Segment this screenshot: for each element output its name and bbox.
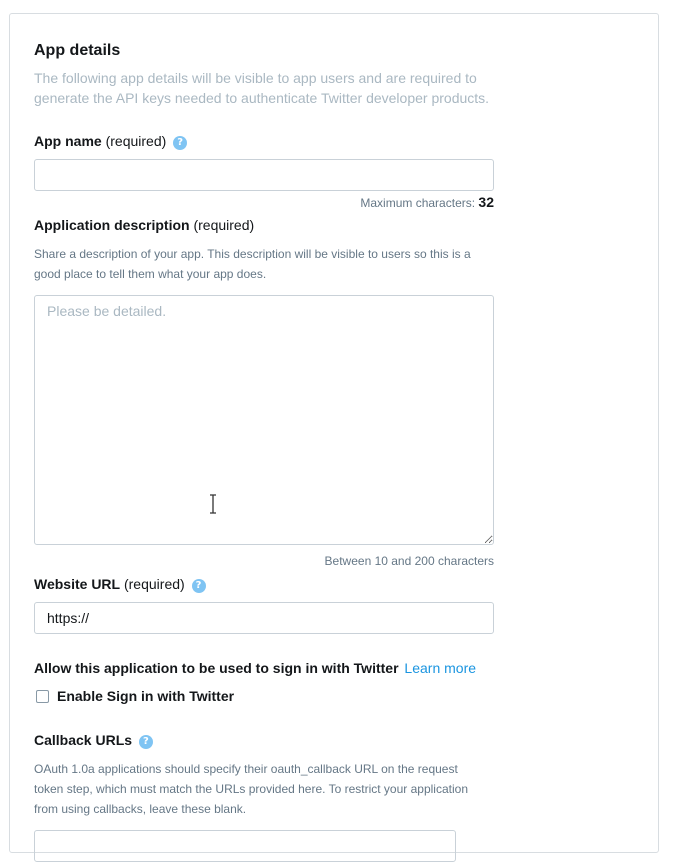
sign-in-label: Allow this application to be used to sig…	[34, 660, 399, 676]
callback-urls-help: OAuth 1.0a applications should specify t…	[34, 762, 468, 816]
website-url-required: (required)	[123, 576, 185, 592]
sign-in-label-row: Allow this application to be used to sig…	[34, 660, 476, 676]
app-description-label: Application description	[34, 217, 190, 233]
callback-urls-label-row: Callback URLs ?	[34, 732, 153, 749]
app-name-input[interactable]	[34, 159, 494, 191]
app-details-panel: App details The following app details wi…	[9, 13, 659, 862]
section-intro: The following app details will be visibl…	[34, 70, 490, 106]
app-name-label-row: App name (required) ?	[34, 133, 188, 150]
app-description-required: (required)	[193, 217, 255, 233]
app-description-textarea[interactable]	[34, 295, 494, 545]
website-url-label: Website URL	[34, 576, 121, 592]
website-url-label-row: Website URL (required) ?	[34, 576, 206, 593]
enable-sign-in-text: Enable Sign in with Twitter	[57, 688, 235, 704]
question-circle-icon[interactable]: ?	[138, 735, 153, 749]
enable-sign-in-label[interactable]: Enable Sign in with Twitter	[57, 688, 234, 704]
section-title: App details	[34, 42, 121, 59]
app-description-length-hint: Between 10 and 200 characters	[324, 554, 494, 568]
app-description-help: Share a description of your app. This de…	[34, 247, 471, 281]
website-url-input[interactable]	[34, 602, 494, 634]
app-name-label: App name	[34, 133, 102, 149]
app-name-max-chars: Maximum characters: 32	[34, 194, 494, 210]
app-description-label-row: Application description (required)	[34, 217, 254, 233]
callback-urls-label: Callback URLs	[34, 732, 133, 748]
learn-more-link[interactable]: Learn more	[404, 660, 476, 676]
callback-url-input[interactable]	[34, 830, 456, 862]
enable-sign-in-checkbox[interactable]	[36, 690, 49, 703]
max-chars-label: Maximum characters:	[360, 196, 476, 210]
app-name-required: (required)	[105, 133, 167, 149]
question-circle-icon[interactable]: ?	[191, 579, 206, 593]
max-chars-value: 32	[478, 194, 494, 210]
question-circle-icon[interactable]: ?	[173, 136, 188, 150]
text-cursor-icon	[210, 494, 216, 514]
